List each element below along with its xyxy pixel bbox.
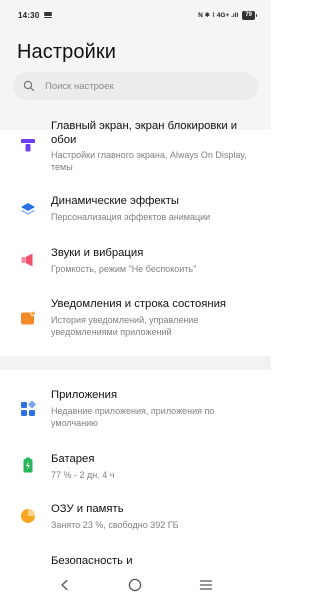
settings-item-storage[interactable]: ОЗУ и память Занято 23 %, свободно 392 Г… [0,500,271,540]
navigation-bar [0,569,271,600]
settings-item-battery[interactable]: Батарея 77 % - 2 дн. 4 ч [0,450,271,490]
status-bar: 14:30 N ✱ ⌇ 4G+ .ıll 79 [0,0,271,30]
settings-item-security[interactable]: Безопасность и [0,552,271,569]
settings-item-subtitle: История уведомлений, управление уведомле… [51,315,199,338]
settings-item-title: Приложения [51,389,118,401]
settings-item-title: Батарея [51,453,95,465]
settings-item-subtitle: Настройки главного экрана, Always On Dis… [51,150,247,173]
settings-item-sounds[interactable]: Звуки и вибрация Громкость, режим "Не бе… [0,244,271,284]
settings-item-home-screen[interactable]: Главный экран, экран блокировки и обои Н… [0,116,271,178]
header-area: 14:30 N ✱ ⌇ 4G+ .ıll 79 Настройки [0,0,271,130]
settings-item-subtitle: 77 % - 2 дн. 4 ч [51,470,115,480]
status-indicators-text: N ✱ ⌇ 4G+ .ıll [198,12,239,19]
home-icon [129,578,142,591]
settings-item-title: Безопасность и [51,555,133,567]
settings-item-subtitle: Занято 23 %, свободно 392 ГБ [51,520,179,530]
battery-icon [23,457,33,473]
settings-item-title: Динамические эффекты [51,195,180,207]
recents-button[interactable] [197,576,215,594]
search-input[interactable] [45,80,235,92]
section-divider [0,356,271,370]
status-time: 14:30 [18,10,40,20]
home-button[interactable] [126,576,144,594]
layers-icon [21,203,35,215]
back-icon [61,579,68,590]
settings-item-subtitle: Персонализация эффектов анимации [51,212,211,222]
settings-item-subtitle: Громкость, режим "Не беспокоить" [51,264,197,274]
battery-status-icon: 79 [242,10,257,20]
page-title: Настройки [17,41,116,63]
back-button[interactable] [56,576,74,594]
search-icon [23,80,35,92]
settings-item-title: Уведомления и строка состояния [51,298,227,310]
storage-pie-icon [21,509,35,523]
speaker-icon [21,253,33,267]
settings-item-title: Главный экран, экран блокировки и обои [51,120,238,146]
status-indicators: N ✱ ⌇ 4G+ .ıll 79 [198,10,257,20]
apps-icon [21,401,36,416]
settings-item-apps[interactable]: Приложения Недавние приложения, приложен… [0,386,271,438]
settings-item-title: ОЗУ и память [51,503,124,515]
settings-item-subtitle: Недавние приложения, приложения по умолч… [51,406,215,429]
settings-item-notifications[interactable]: Уведомления и строка состояния История у… [0,295,271,347]
settings-item-title: Звуки и вибрация [51,247,144,259]
notification-icon [21,310,36,325]
home-screen-icon [21,139,35,152]
notification-icon-status [44,12,53,18]
settings-item-dynamic-effects[interactable]: Динамические эффекты Персонализация эффе… [0,192,271,232]
search-bar[interactable] [13,72,258,100]
battery-level: 79 [242,10,255,20]
menu-icon [199,579,212,590]
